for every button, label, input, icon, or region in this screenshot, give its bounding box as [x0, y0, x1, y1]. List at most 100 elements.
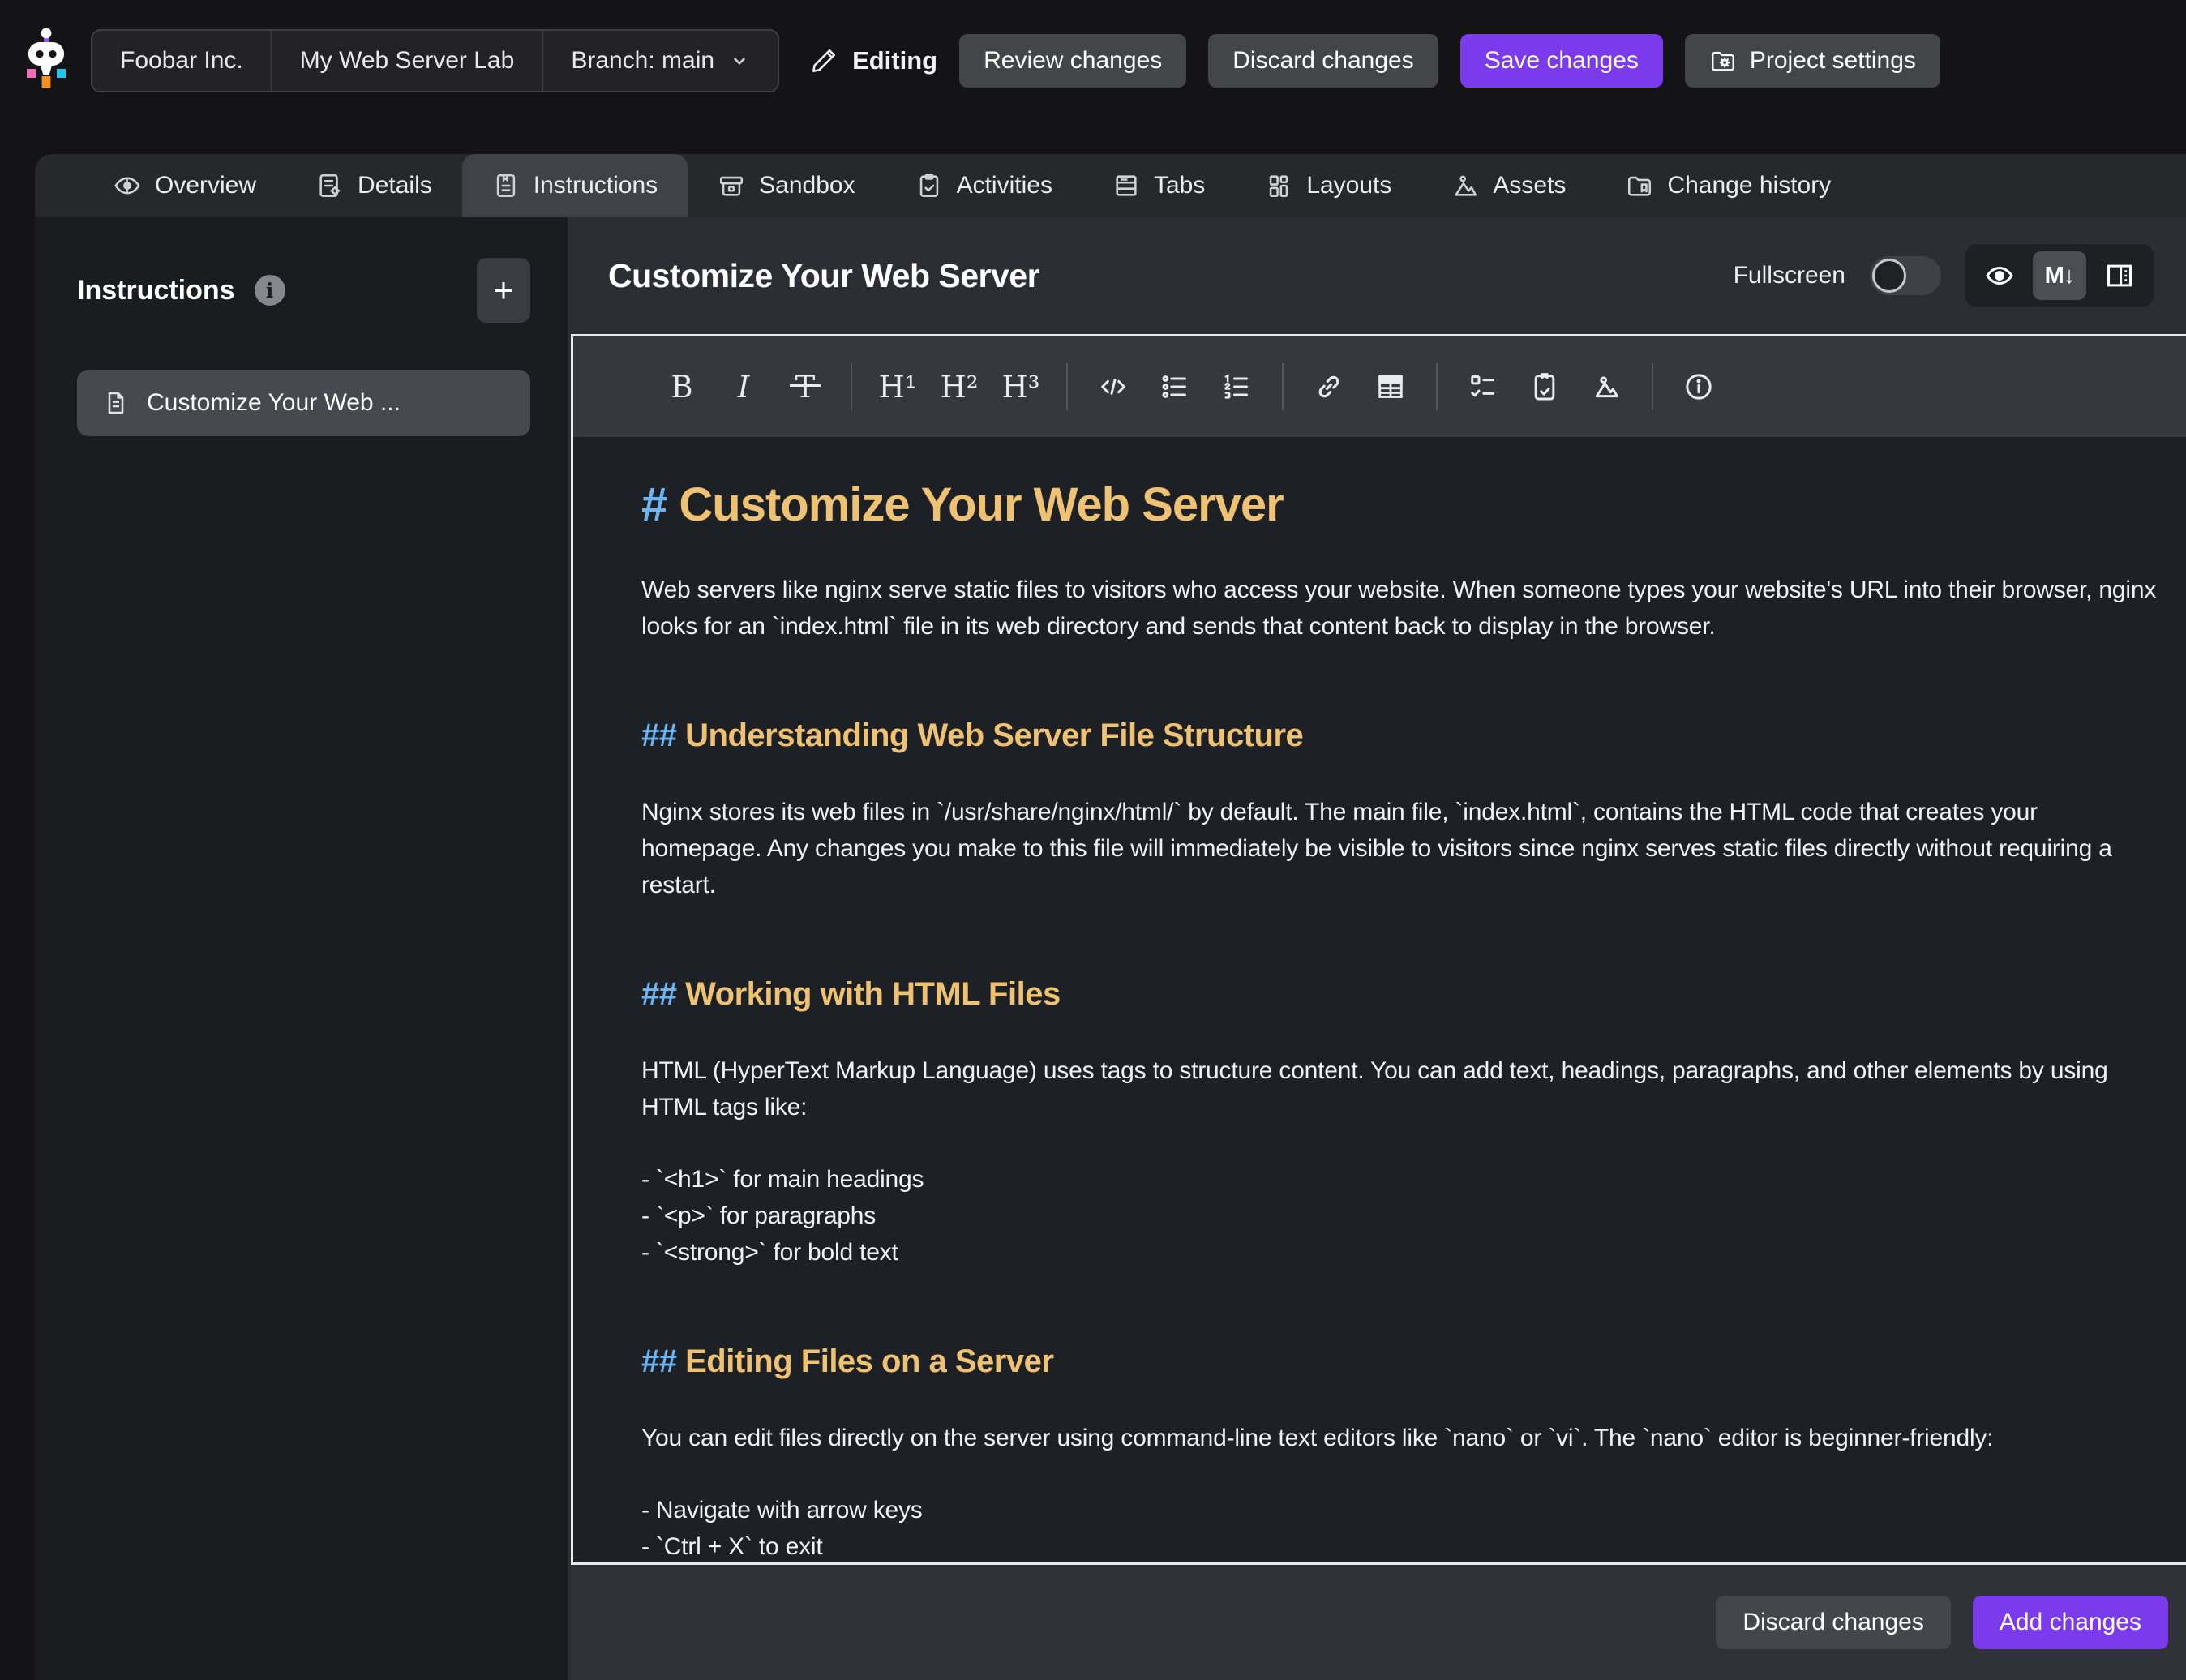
- task-list-icon: [1467, 371, 1499, 403]
- markdown-icon: M↓: [2045, 263, 2075, 289]
- toggle-knob: [1872, 259, 1906, 293]
- footer-discard-label: Discard changes: [1742, 1609, 1923, 1635]
- heading3-button[interactable]: H³: [994, 358, 1048, 416]
- insert-image-button[interactable]: [1579, 358, 1633, 416]
- tab-label: Instructions: [534, 172, 658, 199]
- task-list-button[interactable]: [1456, 358, 1510, 416]
- markdown-document[interactable]: # Customize Your Web Server Web servers …: [573, 437, 2186, 1562]
- doc-heading-2: ## Understanding Web Server File Structu…: [641, 714, 2157, 756]
- editor-header: Customize Your Web Server Fullscreen M↓: [568, 217, 2186, 334]
- project-settings-button[interactable]: Project settings: [1685, 34, 1940, 88]
- project-label: My Web Server Lab: [300, 47, 515, 75]
- sidebar-header: Instructions i +: [77, 258, 530, 323]
- h2-hashes: ##: [641, 718, 677, 753]
- doc-paragraph: HTML (HyperText Markup Language) uses ta…: [641, 1052, 2157, 1125]
- review-changes-label: Review changes: [984, 47, 1162, 75]
- fullscreen-label: Fullscreen: [1734, 262, 1845, 289]
- tab-layouts[interactable]: Layouts: [1235, 154, 1421, 217]
- tab-instructions[interactable]: Instructions: [462, 154, 688, 217]
- ordered-list-button[interactable]: [1210, 358, 1263, 416]
- document-icon: [103, 390, 129, 416]
- tab-activities[interactable]: Activities: [885, 154, 1082, 217]
- image-mountain-icon: [1451, 172, 1479, 199]
- footer-discard-changes-button[interactable]: Discard changes: [1716, 1596, 1950, 1649]
- eye-icon: [114, 172, 141, 199]
- h2-hashes: ##: [641, 1344, 677, 1379]
- editor-panel: Customize Your Web Server Fullscreen M↓: [568, 217, 2186, 1680]
- h2-hashes: ##: [641, 976, 677, 1012]
- heading2-icon: H²: [940, 370, 978, 405]
- save-changes-button[interactable]: Save changes: [1460, 34, 1663, 88]
- doc-list-item: - `Ctrl + X` to exit: [641, 1528, 2157, 1562]
- tab-label: Overview: [155, 172, 256, 199]
- toolbar-divider: [1436, 363, 1438, 410]
- bullet-list-icon: [1159, 371, 1191, 403]
- instructions-sidebar: Instructions i + Customize Your Web ...: [35, 217, 568, 1680]
- folder-bookmark-icon: [1626, 172, 1653, 199]
- tab-change-history[interactable]: Change history: [1596, 154, 1861, 217]
- link-icon: [1313, 371, 1345, 403]
- doc-list-item: - `<h1>` for main headings: [641, 1161, 2157, 1198]
- add-instruction-button[interactable]: +: [477, 258, 530, 323]
- branch-dropdown[interactable]: Branch: main: [543, 31, 778, 91]
- document-gear-icon: [316, 172, 344, 199]
- editor-footer: Discard changes Add changes: [571, 1565, 2186, 1680]
- sidebar-item-customize-your-web[interactable]: Customize Your Web ...: [77, 370, 530, 436]
- strikethrough-icon: T: [795, 370, 816, 405]
- heading1-icon: H¹: [878, 370, 916, 405]
- branch-label: Branch: main: [571, 47, 714, 75]
- heading3-icon: H³: [1001, 370, 1039, 405]
- strikethrough-button[interactable]: T: [778, 358, 832, 416]
- ordered-list-icon: [1220, 371, 1253, 403]
- info-button[interactable]: [1672, 358, 1725, 416]
- markdown-editor: B I T H¹ H² H³: [571, 334, 2186, 1565]
- project-switcher[interactable]: My Web Server Lab: [272, 31, 544, 91]
- markdown-mode-button[interactable]: M↓: [2033, 251, 2086, 300]
- footer-add-changes-button[interactable]: Add changes: [1973, 1596, 2168, 1649]
- review-changes-button[interactable]: Review changes: [959, 34, 1186, 88]
- clipboard-bookmark-button[interactable]: [1518, 358, 1571, 416]
- italic-button[interactable]: I: [717, 358, 770, 416]
- workspace-container: Overview Details Instructions Sandbox Ac…: [35, 154, 2186, 1680]
- tab-details[interactable]: Details: [286, 154, 462, 217]
- box-icon: [718, 172, 745, 199]
- heading1-button[interactable]: H¹: [871, 358, 924, 416]
- fullscreen-toggle[interactable]: [1870, 256, 1941, 295]
- doc-list-item: - `<strong>` for bold text: [641, 1234, 2157, 1271]
- h2-text: Understanding Web Server File Structure: [685, 718, 1303, 753]
- discard-changes-button[interactable]: Discard changes: [1208, 34, 1438, 88]
- add-instruction-label: +: [494, 271, 514, 310]
- bold-button[interactable]: B: [655, 358, 709, 416]
- footer-add-label: Add changes: [2000, 1609, 2141, 1635]
- doc-paragraph: You can edit files directly on the serve…: [641, 1420, 2157, 1456]
- rows-icon: [1112, 172, 1140, 199]
- folder-gear-icon: [1709, 47, 1737, 75]
- split-pane-icon: [2104, 260, 2135, 291]
- doc-list: - `<h1>` for main headings - `<p>` for p…: [641, 1161, 2157, 1271]
- heading2-button[interactable]: H²: [932, 358, 986, 416]
- eye-icon: [1984, 260, 2015, 291]
- chevron-down-icon: [729, 50, 750, 71]
- bullet-list-button[interactable]: [1148, 358, 1202, 416]
- preview-mode-button[interactable]: [1973, 251, 2026, 300]
- h1-text: Customize Your Web Server: [679, 478, 1283, 531]
- robot-logo-icon: [19, 27, 73, 95]
- tab-overview[interactable]: Overview: [84, 154, 286, 217]
- link-button[interactable]: [1302, 358, 1356, 416]
- editing-label: Editing: [852, 46, 937, 75]
- toolbar-divider: [1282, 363, 1284, 410]
- project-settings-label: Project settings: [1750, 47, 1916, 75]
- split-view-button[interactable]: [2093, 251, 2146, 300]
- code-button[interactable]: [1087, 358, 1140, 416]
- info-icon[interactable]: i: [255, 275, 285, 306]
- tab-tabs[interactable]: Tabs: [1082, 154, 1235, 217]
- table-icon: [1374, 371, 1407, 403]
- doc-heading-1: # Customize Your Web Server: [641, 476, 2157, 534]
- table-button[interactable]: [1364, 358, 1417, 416]
- org-switcher[interactable]: Foobar Inc.: [92, 31, 272, 91]
- view-mode-switcher: M↓: [1965, 244, 2154, 307]
- tab-assets[interactable]: Assets: [1421, 154, 1596, 217]
- doc-paragraph: Web servers like nginx serve static file…: [641, 572, 2157, 645]
- tab-sandbox[interactable]: Sandbox: [688, 154, 885, 217]
- clipboard-bookmark-icon: [1528, 371, 1561, 403]
